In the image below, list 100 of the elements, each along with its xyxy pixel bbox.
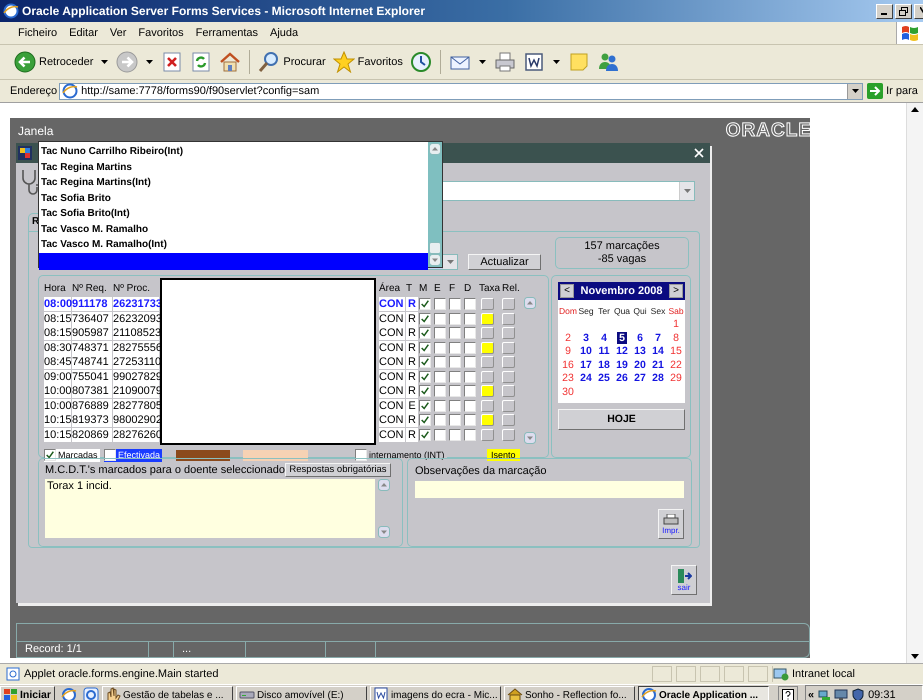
list-item[interactable]: Tac Regina Martins [39, 160, 428, 175]
taskbar-button[interactable]: imagens do ecra - Mic... [370, 686, 501, 700]
checkbox[interactable] [419, 400, 431, 412]
rel-button[interactable] [502, 298, 515, 310]
checkbox[interactable] [434, 327, 446, 340]
calendar-day[interactable]: 23 [560, 372, 576, 384]
rel-button[interactable] [502, 428, 515, 441]
checkbox[interactable] [434, 385, 446, 398]
checkbox[interactable] [419, 298, 431, 310]
checkbox[interactable] [464, 370, 476, 383]
caret-icon[interactable] [101, 60, 108, 64]
dropdown-button[interactable] [847, 84, 862, 98]
scrollbar[interactable] [428, 142, 442, 267]
calendar-day[interactable]: 4 [599, 332, 609, 344]
refresh-button[interactable]: Actualizar [468, 254, 541, 270]
checkbox[interactable] [44, 449, 56, 461]
checkbox[interactable] [434, 356, 446, 368]
dropdown-button[interactable] [442, 255, 457, 269]
calendar-day[interactable]: 30 [560, 386, 576, 398]
address-field[interactable]: http://same:7778/forms90/f90servlet?config=sam [59, 82, 864, 100]
taskbar-button[interactable]: Gestão de tabelas e ... [102, 686, 233, 700]
checkbox[interactable] [419, 312, 431, 325]
list-item[interactable]: Tac Vasco M. Ramalho(Int) [39, 237, 428, 252]
previous-month-button[interactable]: < [560, 284, 574, 298]
print-button[interactable]: Impr. [658, 509, 684, 539]
menu-item[interactable]: Ver [104, 27, 132, 39]
checkbox[interactable] [434, 414, 446, 426]
calendar-day[interactable]: 16 [560, 358, 576, 371]
scrollbar[interactable] [377, 479, 391, 538]
rel-button[interactable] [502, 327, 515, 340]
calendar-day[interactable]: 3 [581, 332, 591, 344]
expand-tray-button[interactable]: « [808, 689, 814, 700]
calendar-day[interactable]: 9 [563, 345, 573, 358]
calendar-day[interactable]: 29 [668, 372, 684, 384]
browser-icon[interactable] [82, 687, 99, 700]
calendar-day[interactable]: 13 [632, 345, 648, 358]
list-item[interactable]: Tac Vasco M. Ramalho [39, 222, 428, 237]
today-button[interactable]: HOJE [558, 408, 685, 430]
checkbox[interactable] [464, 342, 476, 354]
calendar-day[interactable]: 20 [632, 358, 648, 371]
calendar-day[interactable]: 21 [650, 358, 666, 371]
rel-button[interactable] [502, 356, 515, 368]
list-item[interactable]: Tac Nuno Carrilho Ribeiro(Int) [39, 144, 428, 160]
help-button[interactable] [778, 686, 798, 700]
rel-button[interactable] [502, 400, 515, 412]
rel-button[interactable] [502, 385, 515, 398]
calendar-day[interactable]: 11 [596, 345, 612, 358]
checkbox[interactable] [434, 428, 446, 441]
caret-icon[interactable] [478, 60, 486, 64]
restore-button[interactable] [895, 4, 912, 18]
menu-item[interactable]: Ajuda [264, 27, 304, 39]
close-icon[interactable] [694, 148, 704, 158]
checkbox[interactable] [449, 298, 461, 310]
checkbox[interactable] [464, 327, 476, 340]
text-area[interactable]: Torax 1 incid. [45, 479, 375, 538]
rel-button[interactable] [502, 414, 515, 426]
calendar-day[interactable]: 25 [596, 372, 612, 384]
calendar-day[interactable]: 27 [632, 372, 648, 384]
calendar-day[interactable]: 8 [671, 332, 681, 344]
calendar-day[interactable]: 1 [671, 318, 681, 330]
calendar-day[interactable]: 7 [653, 332, 663, 344]
browser-icon[interactable] [60, 687, 77, 700]
calendar-day[interactable]: 5 [617, 332, 627, 344]
caret-icon[interactable] [552, 60, 560, 64]
calendar-day[interactable]: 24 [578, 372, 594, 384]
checkbox[interactable] [449, 370, 461, 383]
rel-button[interactable] [502, 342, 515, 354]
input-field[interactable] [415, 481, 684, 498]
checkbox[interactable] [449, 428, 461, 441]
required-answers-button[interactable]: Respostas obrigatórias [284, 462, 391, 476]
calendar-day[interactable]: 22 [668, 358, 684, 371]
checkbox[interactable] [434, 400, 446, 412]
calendar-day[interactable]: 17 [578, 358, 594, 371]
minimize-button[interactable] [876, 4, 893, 18]
calendar-day[interactable]: 28 [650, 372, 666, 384]
checkbox[interactable] [419, 356, 431, 368]
checkbox[interactable] [419, 370, 431, 383]
menu-item[interactable]: Favoritos [132, 27, 190, 39]
calendar-day[interactable]: 2 [563, 332, 573, 344]
calendar-day[interactable]: 26 [614, 372, 630, 384]
search-button[interactable]: Procurar [256, 49, 328, 75]
calendar-day[interactable]: 14 [650, 345, 666, 358]
checkbox[interactable] [355, 449, 367, 461]
taskbar-button[interactable]: Oracle Application ... [638, 686, 769, 700]
calendar-day[interactable]: 10 [578, 345, 594, 358]
checkbox[interactable] [449, 342, 461, 354]
checkbox[interactable] [104, 449, 116, 461]
scrollbar[interactable] [906, 103, 923, 663]
list-item[interactable]: Tac Sofia Brito(Int) [39, 206, 428, 222]
checkbox[interactable] [434, 298, 446, 310]
checkbox[interactable] [449, 414, 461, 426]
next-month-button[interactable]: > [669, 284, 683, 298]
rel-button[interactable] [502, 312, 515, 325]
menu-item[interactable]: Ferramentas [190, 27, 264, 39]
calendar-day[interactable]: 12 [614, 345, 630, 358]
checkbox[interactable] [419, 327, 431, 340]
checkbox[interactable] [449, 312, 461, 325]
checkbox[interactable] [449, 400, 461, 412]
exit-button[interactable]: sair [671, 565, 697, 595]
checkbox[interactable] [464, 312, 476, 325]
